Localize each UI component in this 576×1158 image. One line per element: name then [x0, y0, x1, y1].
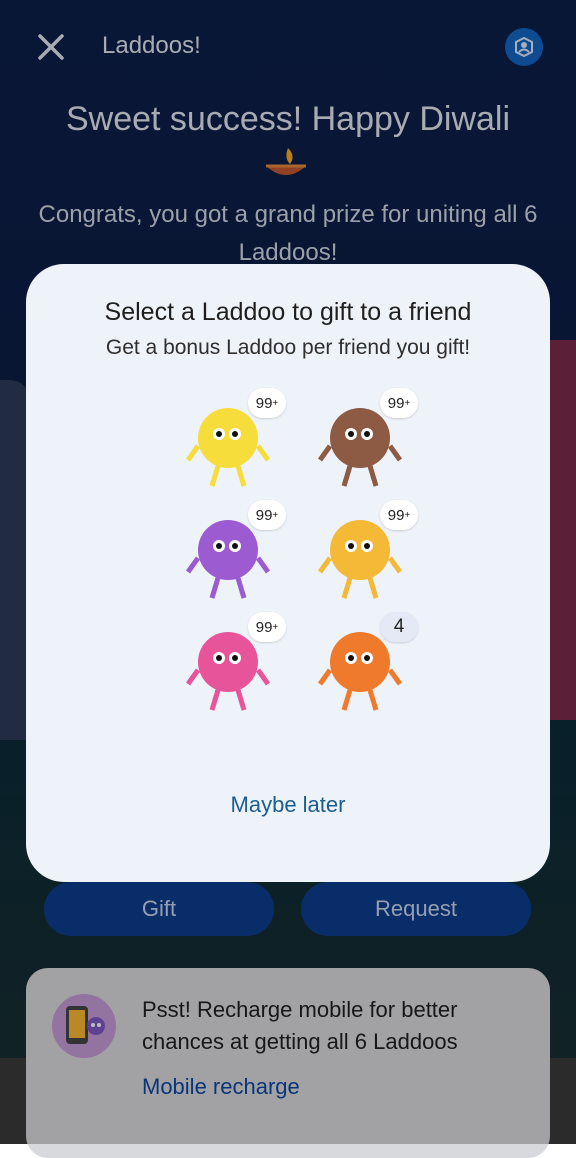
- laddoo-count: 99: [387, 394, 405, 412]
- orange-sunglasses-laddoo[interactable]: 99 +: [308, 500, 418, 610]
- laddoo-count-badge: 99 +: [248, 388, 286, 418]
- brown-laddoo[interactable]: 99 +: [308, 388, 418, 498]
- laddoo-count-plus: +: [404, 397, 411, 409]
- laddoo-count: 4: [393, 616, 405, 637]
- pink-laddoo[interactable]: 99 +: [176, 612, 286, 722]
- orange-laddoo[interactable]: 4: [308, 612, 418, 722]
- laddoo-count-plus: +: [272, 509, 279, 521]
- yellow-laddoo[interactable]: 99 +: [176, 388, 286, 498]
- laddoo-count-badge: 99 +: [380, 500, 418, 530]
- laddoo-count-badge: 4: [380, 612, 418, 642]
- laddoo-count-badge: 99 +: [380, 388, 418, 418]
- maybe-later-button[interactable]: Maybe later: [26, 792, 550, 818]
- laddoo-count-badge: 99 +: [248, 612, 286, 642]
- laddoo-count-plus: +: [272, 621, 279, 633]
- gift-laddoo-dialog: Select a Laddoo to gift to a friend Get …: [26, 264, 550, 882]
- laddoo-count: 99: [255, 506, 273, 524]
- laddoo-count: 99: [387, 506, 405, 524]
- dialog-subtitle: Get a bonus Laddoo per friend you gift!: [105, 336, 471, 359]
- purple-laddoo[interactable]: 99 +: [176, 500, 286, 610]
- dialog-title: Select a Laddoo to gift to a friend: [104, 298, 472, 326]
- laddoo-count-plus: +: [404, 509, 411, 521]
- laddoo-count: 99: [255, 394, 273, 412]
- laddoo-count-badge: 99 +: [248, 500, 286, 530]
- laddoo-count-plus: +: [272, 397, 279, 409]
- laddoo-count: 99: [255, 618, 273, 636]
